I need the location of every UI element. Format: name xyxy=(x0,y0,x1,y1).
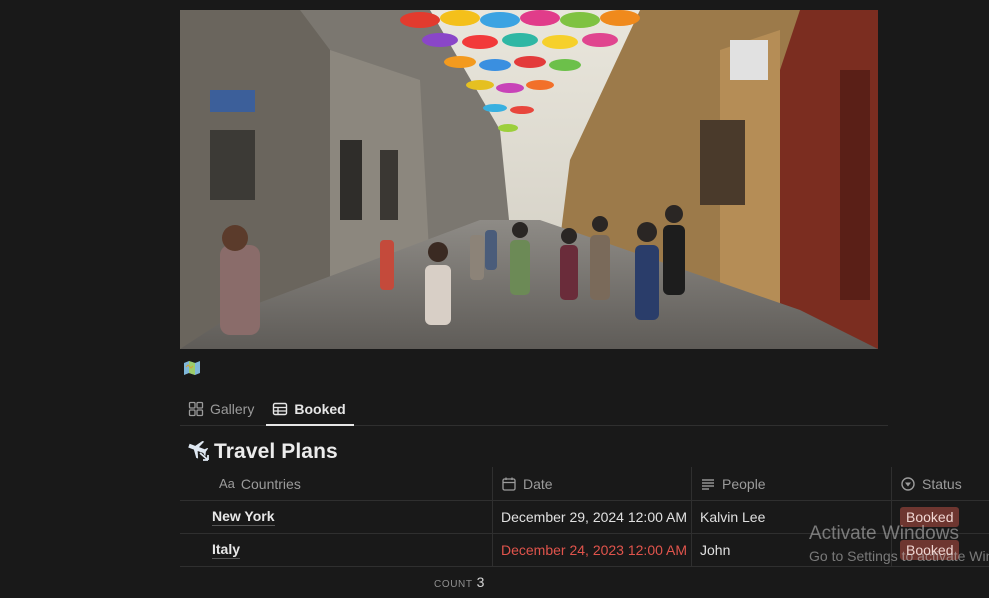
text-aa-icon: Aa xyxy=(219,476,235,491)
view-tabs: Gallery Booked xyxy=(180,392,888,426)
cell-people[interactable]: Kalvin Lee xyxy=(691,501,891,533)
map-emoji-icon[interactable] xyxy=(183,360,201,376)
count-value: 3 xyxy=(476,574,485,590)
people-value: John xyxy=(700,542,731,558)
cell-country[interactable]: New York xyxy=(180,501,492,533)
column-header-date[interactable]: Date xyxy=(492,467,691,500)
column-header-status[interactable]: Status xyxy=(891,467,989,500)
tab-gallery[interactable]: Gallery xyxy=(180,392,262,425)
tab-booked-label: Booked xyxy=(294,400,346,417)
cell-status[interactable]: Booked xyxy=(891,501,989,533)
cover-image[interactable] xyxy=(180,10,878,349)
column-header-label: People xyxy=(722,475,766,492)
table-row[interactable]: New York December 29, 2024 12:00 AM Kalv… xyxy=(180,501,989,534)
gallery-grid-icon xyxy=(188,401,204,417)
column-header-label: Status xyxy=(922,475,962,492)
table-header: Aa Countries Date People Status xyxy=(180,467,989,501)
database-table: Aa Countries Date People Status New York… xyxy=(180,467,989,567)
status-badge: Booked xyxy=(900,507,960,527)
table-icon xyxy=(272,401,288,417)
tab-booked[interactable]: Booked xyxy=(264,392,355,426)
calendar-icon xyxy=(501,476,517,492)
column-header-people[interactable]: People xyxy=(691,467,891,500)
cell-date[interactable]: December 24, 2023 12:00 AM - xyxy=(492,534,691,566)
count-label: COUNT xyxy=(434,579,473,590)
table-count[interactable]: COUNT 3 xyxy=(434,574,484,590)
status-badge: Booked xyxy=(900,540,960,560)
cell-people[interactable]: John xyxy=(691,534,891,566)
people-value: Kalvin Lee xyxy=(700,509,766,525)
column-header-label: Countries xyxy=(240,475,301,492)
database-title[interactable]: Travel Plans xyxy=(186,438,338,466)
airplane-arrow-icon xyxy=(186,438,210,467)
date-value: December 24, 2023 12:00 AM - xyxy=(501,542,691,558)
status-icon xyxy=(900,476,916,492)
table-row[interactable]: Italy December 24, 2023 12:00 AM - John … xyxy=(180,534,989,567)
database-title-text: Travel Plans xyxy=(214,440,338,463)
notion-page: Gallery Booked Travel Plans Aa Countries… xyxy=(0,0,989,598)
tab-gallery-label: Gallery xyxy=(210,400,255,417)
column-header-countries[interactable]: Aa Countries xyxy=(180,467,492,500)
cell-date[interactable]: December 29, 2024 12:00 AM xyxy=(492,501,691,533)
cell-status[interactable]: Booked xyxy=(891,534,989,566)
row-title-link[interactable]: New York xyxy=(212,508,275,526)
row-title-link[interactable]: Italy xyxy=(212,541,241,559)
cover-street-illustration xyxy=(180,10,878,349)
column-header-label: Date xyxy=(523,475,553,492)
date-value: December 29, 2024 12:00 AM xyxy=(501,509,688,525)
text-lines-icon xyxy=(700,476,716,492)
cell-country[interactable]: Italy xyxy=(180,534,492,566)
